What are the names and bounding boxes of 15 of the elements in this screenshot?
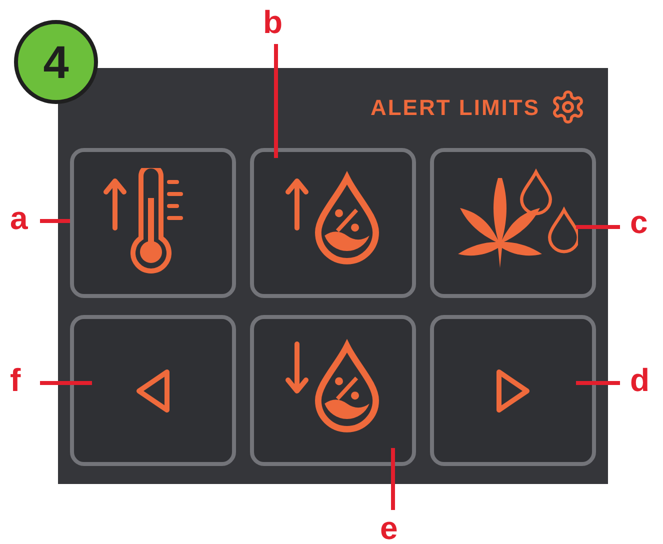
screen-title: ALERT LIMITS: [370, 94, 540, 122]
callout-label: c: [630, 206, 648, 238]
screen-button[interactable]: [250, 148, 416, 298]
screen-button[interactable]: [70, 148, 236, 298]
callout-label: b: [263, 6, 283, 38]
settings-icon: [550, 89, 586, 125]
callout-label: e: [380, 512, 398, 544]
screen-button[interactable]: [430, 315, 596, 466]
step-number: 4: [43, 39, 69, 85]
screen-button[interactable]: [430, 148, 596, 298]
callout-label: d: [630, 364, 650, 396]
callout-label: a: [10, 202, 28, 234]
screen-button[interactable]: [250, 315, 416, 466]
callout-label: f: [10, 364, 21, 396]
screen-button[interactable]: [70, 315, 236, 466]
